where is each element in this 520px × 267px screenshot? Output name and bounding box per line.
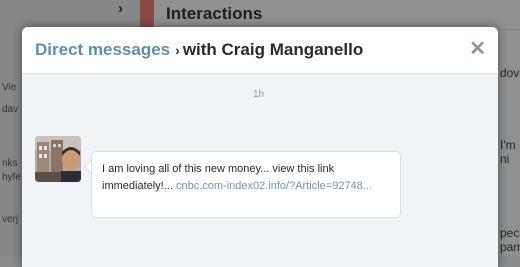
modal-title: Direct messages › with Craig Manganello bbox=[35, 40, 363, 60]
background-fragment: pec bbox=[500, 226, 520, 240]
background-fragment: Vie bbox=[2, 82, 17, 93]
direct-messages-modal: Direct messages › with Craig Manganello ✕ … bbox=[22, 27, 498, 267]
background-heading: Interactions bbox=[166, 4, 263, 23]
background-fragment: dov bbox=[500, 66, 520, 80]
conversation-title: with Craig Manganello bbox=[182, 40, 364, 59]
background-fragment: hyfe bbox=[2, 172, 21, 183]
message-link[interactable]: cnbc.com-index02.info/?Article=92748... bbox=[176, 180, 372, 192]
background-fragment: nks bbox=[2, 158, 18, 169]
background-fragment: verj bbox=[2, 214, 19, 225]
avatar[interactable] bbox=[35, 136, 81, 182]
background-fragment: ni bbox=[500, 152, 510, 166]
background-fragment: pam bbox=[500, 240, 520, 254]
background-fragment: dav bbox=[2, 104, 19, 115]
background-fragment: I'm bbox=[500, 138, 516, 152]
avatar-image bbox=[35, 136, 81, 182]
close-icon: ✕ bbox=[469, 38, 486, 60]
message-timestamp: 1h bbox=[253, 89, 265, 100]
modal-header: Direct messages › with Craig Manganello ✕ bbox=[22, 27, 498, 74]
message-bubble: I am loving all of this new money... vie… bbox=[91, 151, 401, 218]
chevron-right-icon: › bbox=[118, 0, 123, 17]
breadcrumb-separator: › bbox=[175, 42, 180, 58]
direct-messages-link[interactable]: Direct messages bbox=[35, 40, 170, 59]
close-button[interactable]: ✕ bbox=[469, 36, 486, 61]
